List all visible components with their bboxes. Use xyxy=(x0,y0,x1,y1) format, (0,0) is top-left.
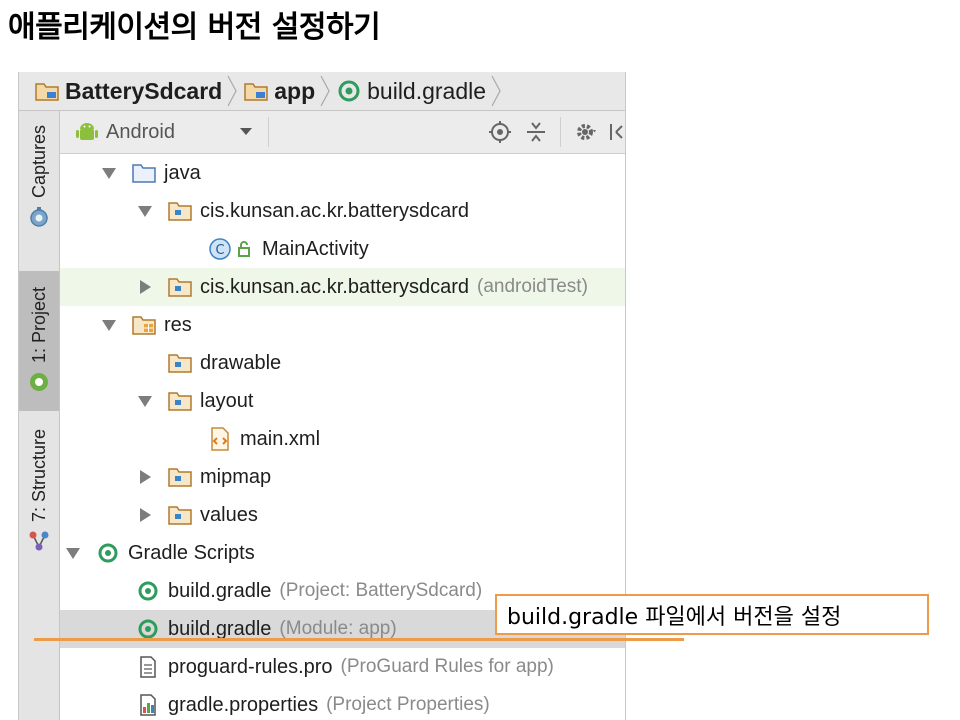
locate-icon[interactable] xyxy=(488,120,512,144)
class-icon: C xyxy=(209,238,231,260)
tree-node-label: Gradle Scripts xyxy=(128,541,255,564)
breadcrumb-item-module[interactable]: app xyxy=(238,72,315,110)
expand-arrow[interactable] xyxy=(100,164,118,182)
tree-node-proguard[interactable]: proguard-rules.pro (ProGuard Rules for a… xyxy=(60,648,625,686)
slide-title: 애플리케이션의 버전 설정하기 xyxy=(8,10,381,45)
tree-node-package-test[interactable]: cis.kunsan.ac.kr.batterysdcard (androidT… xyxy=(60,268,625,306)
gradle-icon xyxy=(338,80,360,102)
tree-node-label: drawable xyxy=(200,351,282,374)
tree-node-label: java xyxy=(164,161,201,184)
package-icon xyxy=(168,202,192,221)
annotation-text: build.gradle 파일에서 버전을 설정 xyxy=(507,604,842,630)
package-icon xyxy=(168,468,192,487)
package-icon xyxy=(168,392,192,411)
properties-file-icon xyxy=(140,694,156,716)
tab-label: 1: Project xyxy=(28,287,49,364)
tree-node-package[interactable]: cis.kunsan.ac.kr.batterysdcard xyxy=(60,192,625,230)
project-toolbar: Android xyxy=(60,111,625,154)
tree-node-values[interactable]: values xyxy=(60,496,625,534)
annotation-underline xyxy=(34,638,684,641)
tree-node-label: mipmap xyxy=(200,465,272,488)
view-mode-label: Android xyxy=(106,120,175,143)
breadcrumb: BatterySdcard app build.gradle xyxy=(19,72,625,111)
tree-node-gradle-scripts[interactable]: Gradle Scripts xyxy=(60,534,625,572)
breadcrumb-item-file[interactable]: build.gradle xyxy=(331,72,486,110)
expand-arrow[interactable] xyxy=(64,544,82,562)
res-folder-icon xyxy=(132,316,156,335)
chevron-right-icon xyxy=(491,75,501,107)
folder-module-icon xyxy=(35,83,59,101)
collapse-all-icon[interactable] xyxy=(524,120,548,144)
xml-file-icon xyxy=(211,427,229,451)
tree-node-layout[interactable]: layout xyxy=(60,382,625,420)
android-icon xyxy=(76,123,98,140)
project-tree: java cis.kunsan.ac.kr.batterysdcard C Ma… xyxy=(60,154,625,720)
tree-node-label: values xyxy=(200,503,258,526)
tab-structure[interactable]: 7: Structure xyxy=(19,411,59,571)
tree-node-res[interactable]: res xyxy=(60,306,625,344)
toolbar-divider xyxy=(268,117,269,147)
expand-arrow[interactable] xyxy=(136,202,154,220)
hide-panel-icon[interactable] xyxy=(608,120,626,144)
tree-node-hint: (Project: BatterySdcard) xyxy=(279,580,483,601)
expand-arrow[interactable] xyxy=(100,316,118,334)
folder-module-icon xyxy=(244,83,268,101)
camera-icon xyxy=(30,207,48,227)
tab-captures[interactable]: Captures xyxy=(19,111,59,271)
tree-node-mipmap[interactable]: mipmap xyxy=(60,458,625,496)
structure-icon xyxy=(29,531,49,551)
lock-open-icon xyxy=(238,241,250,257)
chevron-right-icon xyxy=(227,75,237,107)
expand-arrow[interactable] xyxy=(136,278,154,296)
breadcrumb-label: build.gradle xyxy=(367,77,487,104)
tree-node-java[interactable]: java xyxy=(60,154,625,192)
tool-window-bar: Captures 1: Project 7: Structure xyxy=(19,111,60,720)
expand-arrow[interactable] xyxy=(136,468,154,486)
tree-node-label: layout xyxy=(200,389,254,412)
gear-icon[interactable] xyxy=(574,120,598,144)
package-icon xyxy=(168,506,192,525)
tree-node-drawable[interactable]: drawable xyxy=(60,344,625,382)
gradle-icon xyxy=(138,619,158,639)
tree-node-hint: (Project Properties) xyxy=(326,694,490,715)
gradle-icon xyxy=(138,581,158,601)
text-file-icon xyxy=(140,656,156,678)
tree-node-hint: (Module: app) xyxy=(279,618,397,639)
breadcrumb-label: app xyxy=(274,77,316,104)
breadcrumb-item-project[interactable]: BatterySdcard xyxy=(19,72,222,110)
tree-node-hint: (androidTest) xyxy=(477,276,588,297)
annotation-callout: build.gradle 파일에서 버전을 설정 xyxy=(495,594,929,635)
tree-node-class[interactable]: C MainActivity xyxy=(60,230,625,268)
gradle-icon xyxy=(98,543,118,563)
tree-node-hint: (ProGuard Rules for app) xyxy=(340,656,554,677)
chevron-right-icon xyxy=(320,75,330,107)
package-icon xyxy=(168,278,192,297)
view-mode-dropdown[interactable]: Android xyxy=(76,117,252,147)
tree-node-label: cis.kunsan.ac.kr.batterysdcard xyxy=(200,199,470,222)
tree-node-label: main.xml xyxy=(240,427,321,450)
android-icon xyxy=(30,373,48,392)
package-icon xyxy=(168,354,192,373)
tree-node-label: MainActivity xyxy=(262,237,369,260)
tree-node-label: cis.kunsan.ac.kr.batterysdcard xyxy=(200,275,470,298)
tab-label: 7: Structure xyxy=(28,429,49,523)
tree-node-xml[interactable]: main.xml xyxy=(60,420,625,458)
tree-node-label: proguard-rules.pro xyxy=(168,655,333,678)
tab-label: Captures xyxy=(28,125,49,199)
toolbar-divider xyxy=(560,117,561,147)
expand-arrow[interactable] xyxy=(136,506,154,524)
folder-icon xyxy=(132,164,156,183)
tree-node-label: gradle.properties xyxy=(168,693,319,716)
expand-arrow[interactable] xyxy=(136,392,154,410)
tree-node-gradle-properties[interactable]: gradle.properties (Project Properties) xyxy=(60,686,625,720)
tree-node-label: res xyxy=(164,313,192,336)
svg-text:C: C xyxy=(215,243,224,258)
breadcrumb-label: BatterySdcard xyxy=(65,77,223,104)
chevron-down-icon xyxy=(240,128,252,135)
tab-project[interactable]: 1: Project xyxy=(19,271,59,411)
tree-node-label: build.gradle xyxy=(168,579,272,602)
